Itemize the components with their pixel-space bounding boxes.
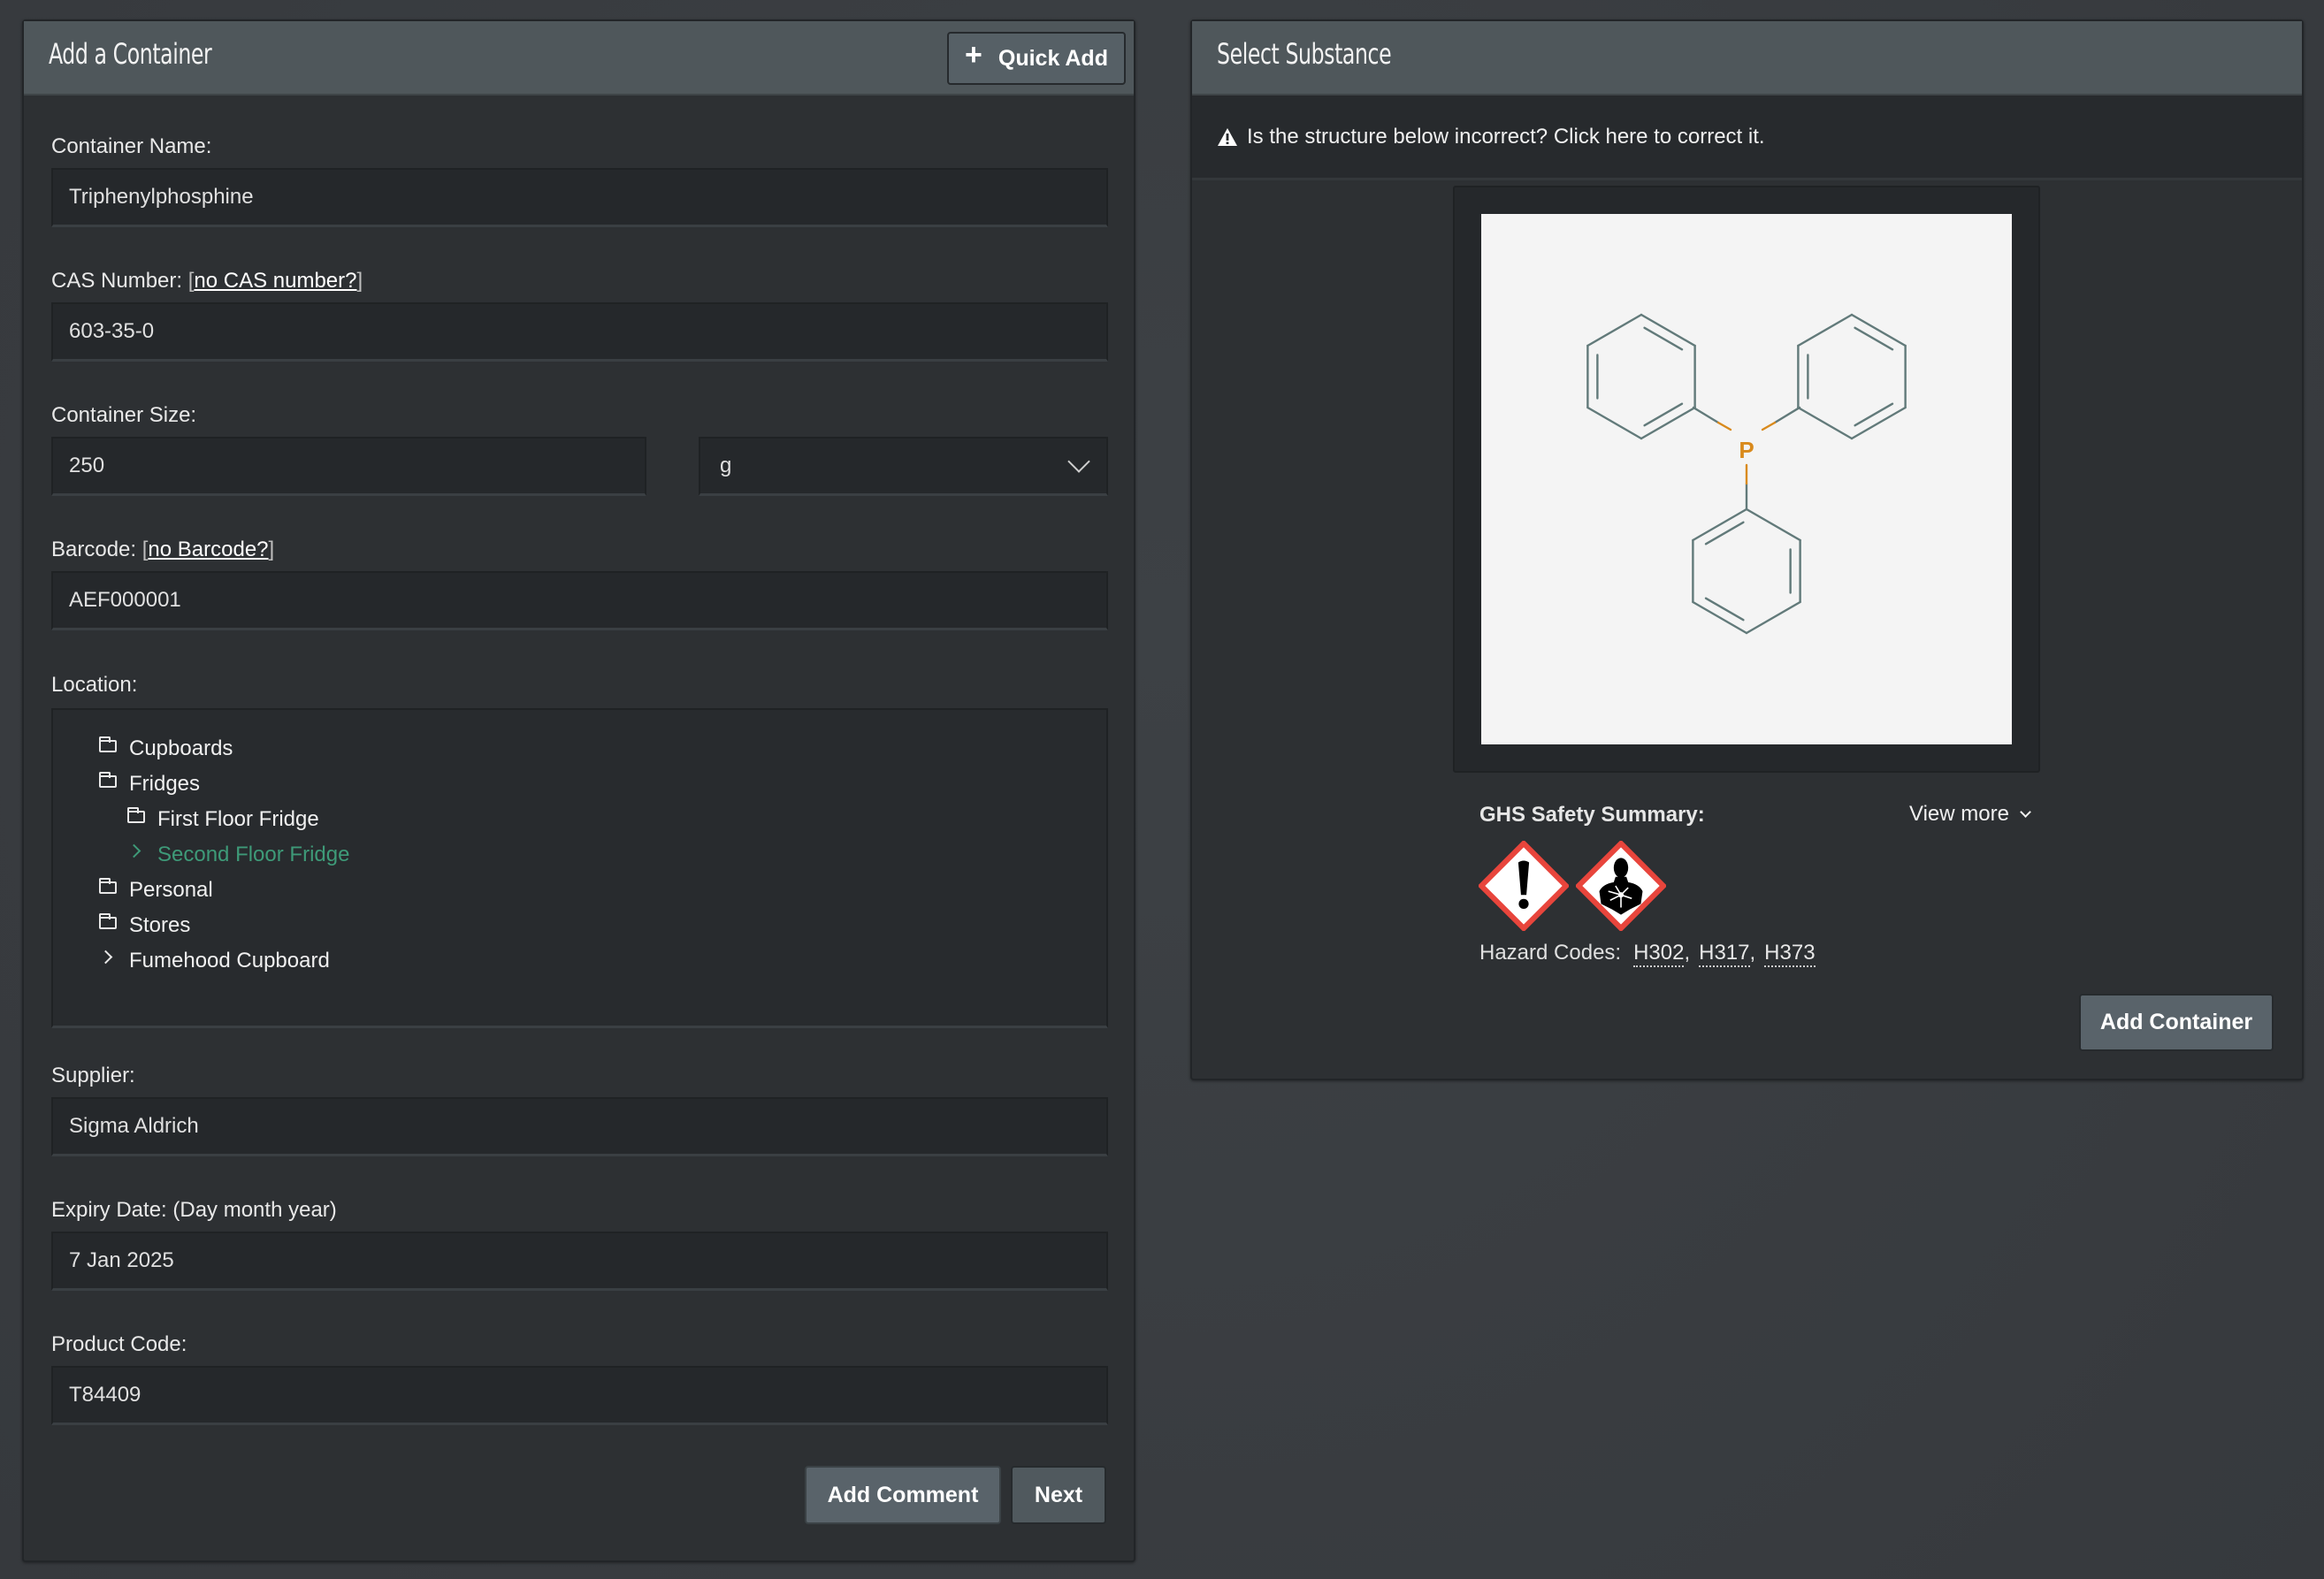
bottom-ring-double-bond — [1704, 521, 1745, 545]
add-container-panel: Add a Container + Quick Add Container Na… — [22, 19, 1135, 1562]
container-name-input[interactable]: Triphenylphosphine — [51, 168, 1108, 227]
chevron-right-icon[interactable] — [126, 843, 141, 858]
bottom-ring-double-bond — [1704, 597, 1745, 622]
panel-title: Add a Container — [49, 37, 212, 71]
p-bond — [1761, 421, 1777, 431]
alert-text: Is the structure below incorrect? Click … — [1247, 124, 1765, 149]
structure-frame: P — [1453, 186, 2040, 773]
hazard-codes: Hazard Codes: H302, H317, H373 — [1479, 941, 1816, 967]
tree-item-label: Stores — [129, 913, 191, 937]
tree-item-first-floor-fridge[interactable]: First Floor Fridge — [127, 807, 319, 832]
quick-add-button[interactable]: + Quick Add — [947, 32, 1126, 85]
barcode-label: Barcode: [no Barcode?] — [51, 538, 275, 561]
structure-image: P — [1481, 214, 2012, 744]
panel-header: Select Substance — [1192, 21, 2302, 95]
hazard-code[interactable]: H373 — [1764, 941, 1816, 967]
quick-add-label: Quick Add — [998, 45, 1108, 71]
tree-item-fridges[interactable]: Fridges — [99, 772, 200, 797]
molecule-structure: P — [1586, 313, 1907, 635]
right-ring-double-bond — [1854, 402, 1894, 427]
folder-icon — [127, 807, 145, 823]
right-ring-double-bond — [1854, 326, 1894, 351]
left-ring-bond — [1586, 406, 1643, 440]
panel-header: Add a Container + Quick Add — [24, 21, 1134, 95]
folder-icon — [99, 736, 117, 752]
right-ring-bond — [1797, 406, 1854, 440]
container-size-label: Container Size: — [51, 403, 197, 427]
tree-item-label: Personal — [129, 878, 213, 902]
left-ring-double-bond — [1643, 326, 1684, 351]
no-cas-number-link[interactable]: no CAS number? — [194, 269, 356, 293]
chevron-right-icon[interactable] — [98, 950, 113, 964]
product-code-input[interactable]: T84409 — [51, 1366, 1108, 1425]
hazard-code[interactable]: H317 — [1699, 941, 1750, 967]
supplier-input[interactable]: Sigma Aldrich — [51, 1097, 1108, 1156]
panel-title: Select Substance — [1217, 37, 1392, 71]
p-bond — [1716, 421, 1732, 431]
view-more-label: View more — [1909, 802, 2009, 826]
expiry-date-input[interactable]: 7 Jan 2025 — [51, 1232, 1108, 1291]
tree-item-cupboards[interactable]: Cupboards — [99, 736, 233, 761]
hazard-code[interactable]: H302 — [1633, 941, 1685, 967]
ghs-health-hazard-icon — [1576, 841, 1666, 931]
warning-icon — [1218, 127, 1237, 146]
select-substance-panel: Select Substance Is the structure below … — [1190, 19, 2304, 1080]
plus-icon: + — [965, 37, 982, 72]
ghs-summary-title: GHS Safety Summary: — [1479, 803, 1705, 827]
cas-number-input[interactable]: 603-35-0 — [51, 302, 1108, 362]
next-button[interactable]: Next — [1011, 1466, 1106, 1524]
expiry-date-label: Expiry Date: (Day month year) — [51, 1198, 337, 1222]
container-name-label: Container Name: — [51, 134, 212, 158]
container-size-input[interactable]: 250 — [51, 437, 646, 496]
cas-number-label: CAS Number: [no CAS number?] — [51, 269, 363, 293]
bottom-ring-bond — [1745, 507, 1801, 542]
product-code-label: Product Code: — [51, 1332, 187, 1356]
tree-item-label: Second Floor Fridge — [157, 843, 350, 866]
folder-icon — [99, 772, 117, 788]
correct-structure-alert[interactable]: Is the structure below incorrect? Click … — [1192, 95, 2302, 180]
chevron-down-icon — [1067, 450, 1090, 473]
unit-select[interactable]: g — [699, 437, 1108, 496]
ghs-exclamation-mark-icon — [1479, 841, 1569, 931]
tree-item-stores[interactable]: Stores — [99, 913, 190, 938]
hazard-codes-label: Hazard Codes: — [1479, 941, 1622, 965]
phosphorus-atom-label: P — [1739, 437, 1754, 463]
add-container-button[interactable]: Add Container — [2079, 994, 2274, 1051]
left-ring-bond — [1586, 313, 1643, 347]
cas-number-label-text: CAS Number: — [51, 269, 183, 293]
tree-item-label: Fridges — [129, 772, 201, 796]
supplier-label: Supplier: — [51, 1064, 135, 1087]
left-ring-double-bond — [1643, 402, 1684, 427]
location-tree: Cupboards Fridges First Floor Fridge Sec… — [51, 708, 1108, 1028]
bottom-ring-bond — [1745, 600, 1801, 635]
barcode-input[interactable]: AEF000001 — [51, 571, 1108, 630]
no-barcode-link[interactable]: no Barcode? — [148, 538, 268, 561]
tree-item-label: Fumehood Cupboard — [129, 949, 330, 973]
chevron-down-icon — [2020, 805, 2031, 818]
folder-icon — [99, 913, 117, 929]
tree-item-label: Cupboards — [129, 736, 233, 760]
tree-item-label: First Floor Fridge — [157, 807, 319, 831]
tree-item-personal[interactable]: Personal — [99, 878, 213, 903]
location-label: Location: — [51, 673, 138, 697]
p-bond — [1773, 406, 1801, 424]
add-comment-button[interactable]: Add Comment — [805, 1466, 1001, 1524]
view-more-toggle[interactable]: View more — [1909, 802, 2031, 827]
tree-item-second-floor-fridge[interactable]: Second Floor Fridge — [126, 843, 350, 867]
p-bond — [1692, 406, 1720, 424]
right-ring-bond — [1797, 313, 1854, 347]
barcode-label-text: Barcode: — [51, 538, 137, 561]
tree-item-fumehood-cupboard[interactable]: Fumehood Cupboard — [98, 949, 330, 973]
folder-icon — [99, 878, 117, 894]
unit-select-value: g — [720, 454, 732, 477]
